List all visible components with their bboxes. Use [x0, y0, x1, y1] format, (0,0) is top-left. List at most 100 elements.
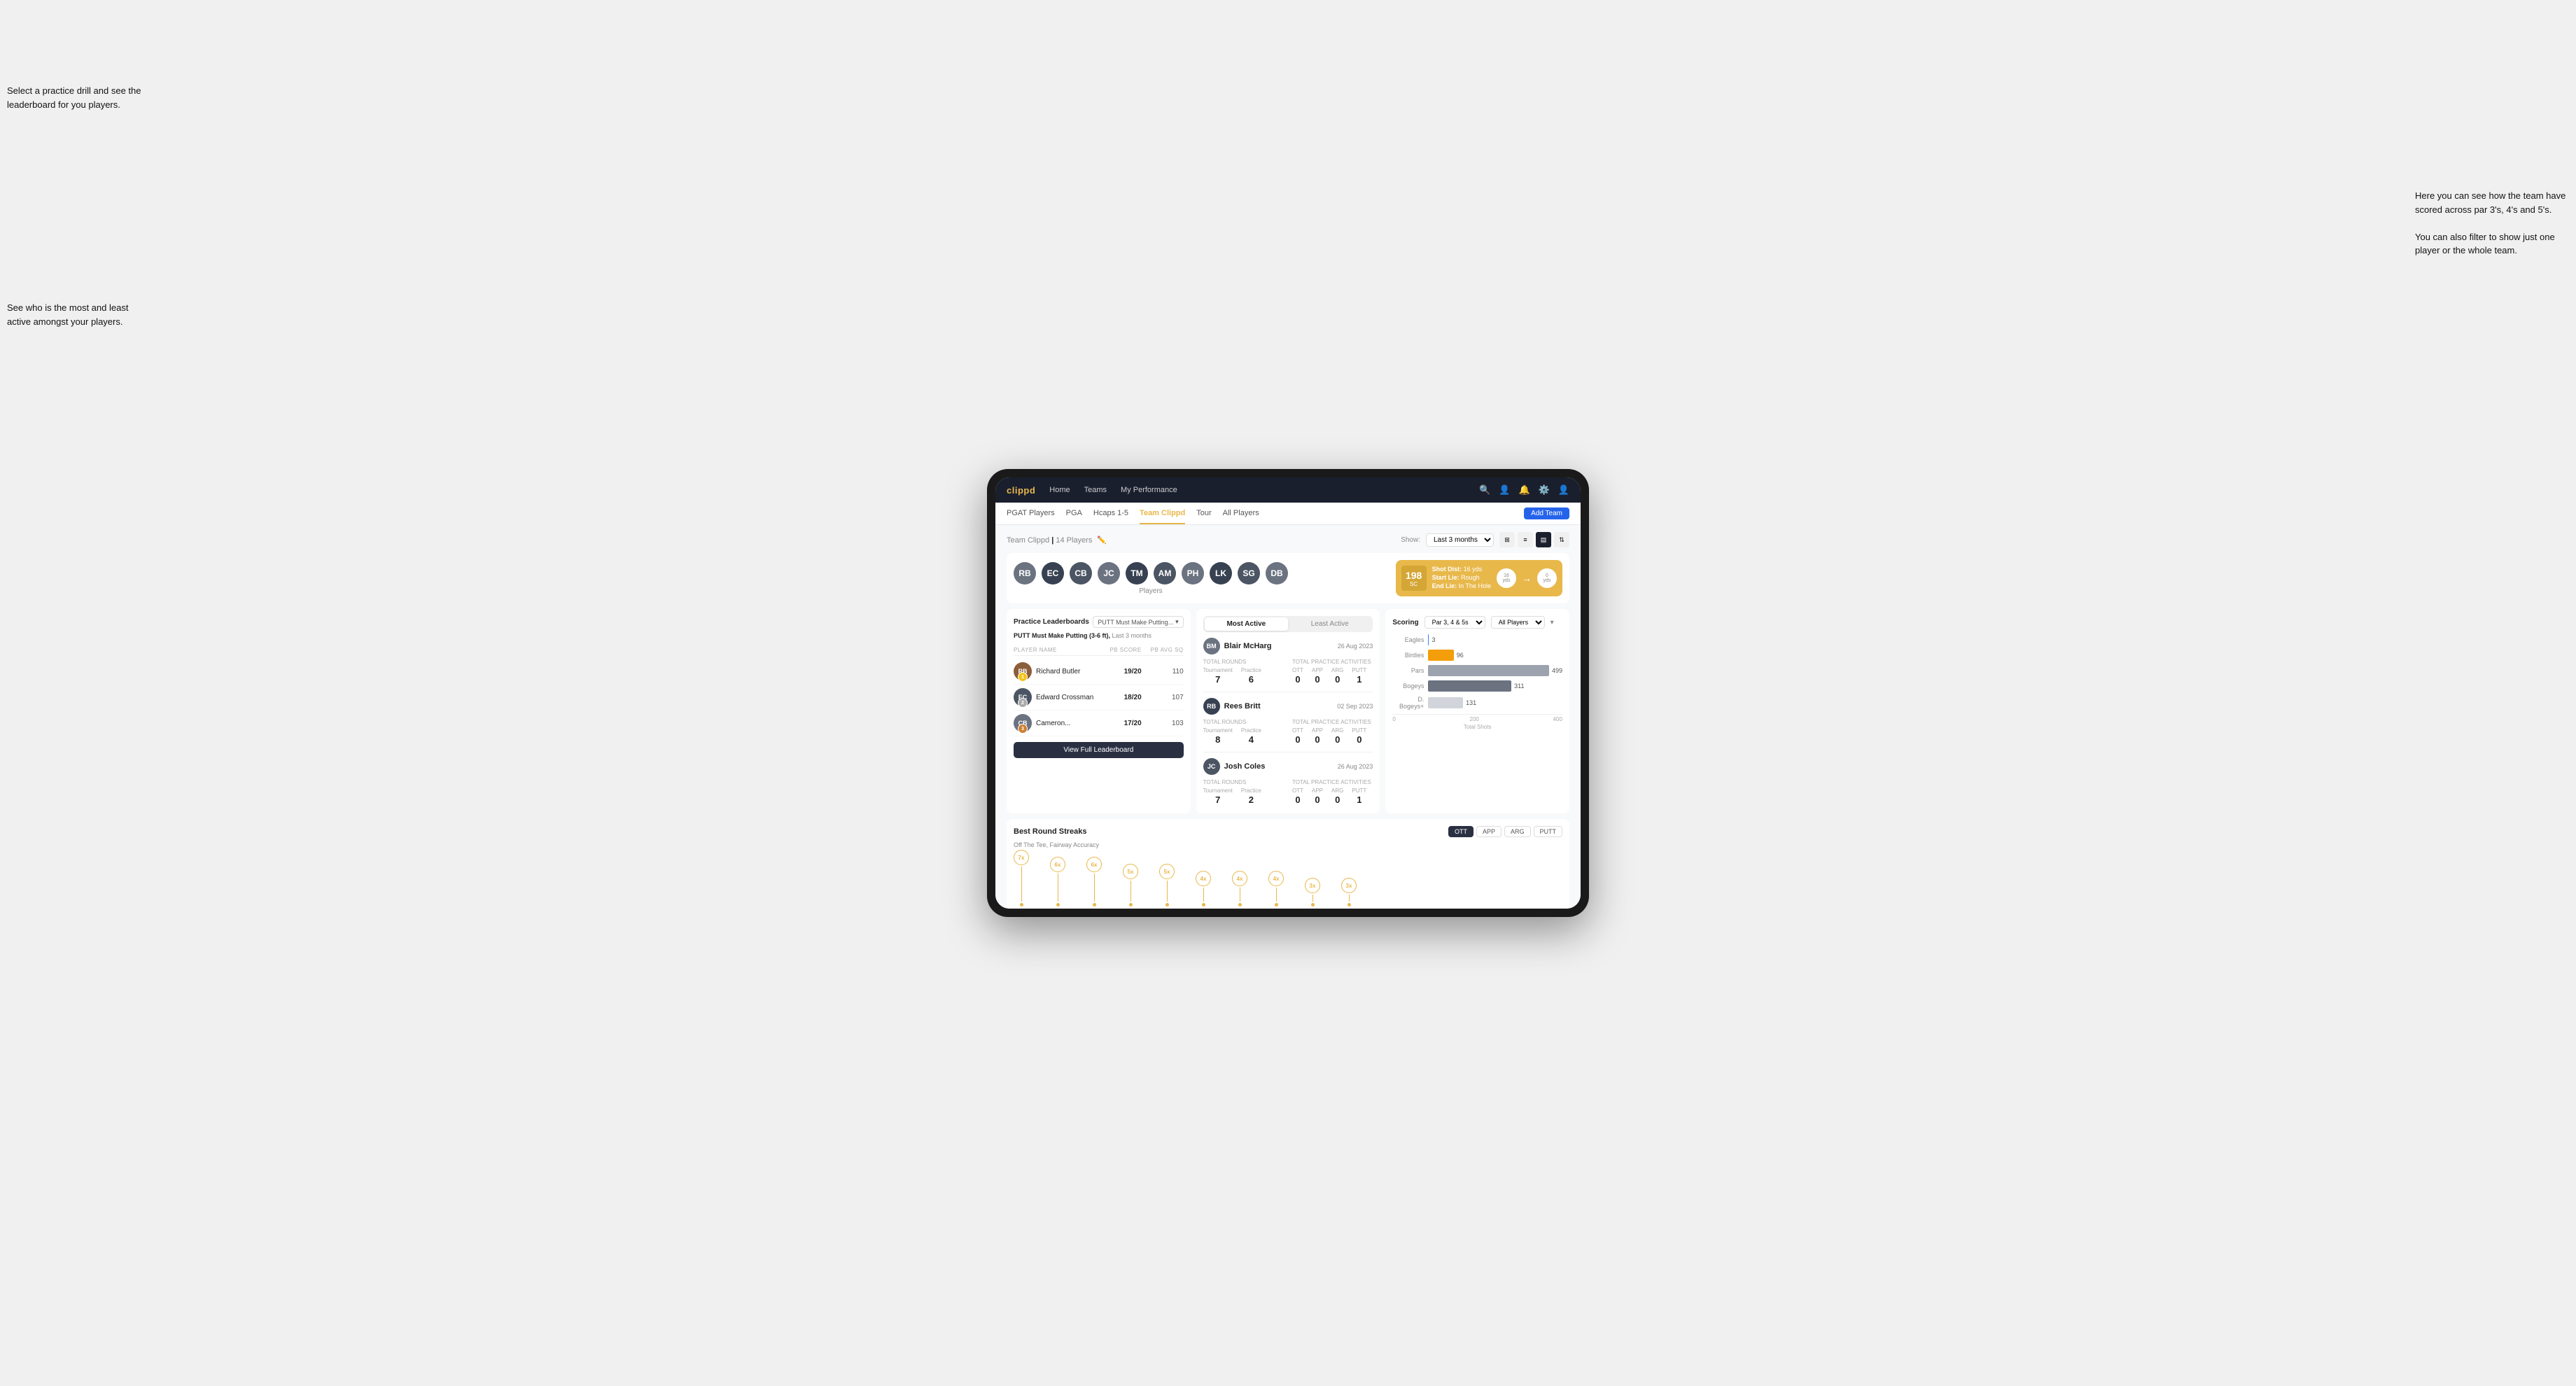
bar-container-bogeys: 311 — [1428, 680, 1562, 692]
streak-point-10: 3x — [1341, 878, 1357, 906]
list-view-icon[interactable]: ≡ — [1518, 532, 1533, 547]
streaks-tab-app[interactable]: APP — [1476, 826, 1502, 837]
player-avg-1: 110 — [1142, 668, 1184, 676]
tab-tour[interactable]: Tour — [1196, 503, 1211, 524]
streak-badge-2: 6x — [1050, 857, 1065, 872]
view-full-leaderboard-button[interactable]: View Full Leaderboard — [1014, 742, 1184, 758]
people-icon[interactable]: 👤 — [1499, 484, 1510, 496]
search-icon[interactable]: 🔍 — [1479, 484, 1490, 496]
players-card: RB EC CB JC TM AM PH LK SG DB Players — [1007, 553, 1569, 603]
tab-pgat[interactable]: PGAT Players — [1007, 503, 1055, 524]
player-avatar-4[interactable]: JC — [1098, 562, 1120, 584]
practice-leaderboard-card: Practice Leaderboards PUTT Must Make Put… — [1007, 609, 1191, 813]
streak-badge-6: 4x — [1196, 871, 1211, 886]
bar-value-birdies: 96 — [1457, 652, 1464, 659]
tab-most-active[interactable]: Most Active — [1205, 617, 1288, 631]
tab-pga[interactable]: PGA — [1066, 503, 1082, 524]
tablet-frame: clippd Home Teams My Performance 🔍 👤 🔔 ⚙… — [987, 469, 1589, 917]
tab-hcaps[interactable]: Hcaps 1-5 — [1093, 503, 1128, 524]
bar-container-eagles: 3 — [1428, 634, 1562, 645]
top-navbar: clippd Home Teams My Performance 🔍 👤 🔔 ⚙… — [995, 477, 1581, 503]
axis-label-400: 400 — [1553, 716, 1562, 722]
player-name-2: Edward Crossman — [1036, 694, 1093, 701]
scoring-filter-players[interactable]: All Players — [1491, 616, 1545, 629]
player-avatar-2[interactable]: EC — [1042, 562, 1064, 584]
nav-link-home[interactable]: Home — [1049, 486, 1070, 494]
annotation-left-mid: See who is the most and least active amo… — [7, 301, 147, 328]
streak-point-4: 5x — [1123, 864, 1138, 906]
player-info-2: EC 2 Edward Crossman — [1014, 688, 1100, 706]
leaderboard-table-header: PLAYER NAME PB SCORE PB AVG SQ — [1014, 645, 1184, 656]
leaderboard-dropdown[interactable]: PUTT Must Make Putting... ▾ — [1093, 616, 1183, 628]
show-select[interactable]: Last 3 months Last 6 months Last year — [1426, 533, 1494, 547]
navbar-left: clippd Home Teams My Performance — [1007, 485, 1177, 496]
settings-icon[interactable]: ⚙️ — [1539, 484, 1550, 496]
pa-avatar-blair: BM — [1203, 638, 1220, 654]
streak-badge-9: 3x — [1305, 878, 1320, 893]
view-icons: ⊞ ≡ ▤ ⇅ — [1499, 532, 1569, 547]
scoring-filter-par[interactable]: Par 3, 4 & 5s Par 3s Par 4s Par 5s — [1424, 616, 1485, 629]
pa-header-rees: RB Rees Britt 02 Sep 2023 — [1203, 698, 1373, 715]
bar-value-bogeys: 311 — [1514, 682, 1524, 690]
activity-item-rees: RB Rees Britt 02 Sep 2023 Total Rounds T… — [1203, 698, 1373, 752]
streaks-tab-putt[interactable]: PUTT — [1534, 826, 1563, 837]
streak-badge-5: 5x — [1159, 864, 1175, 879]
player-avatar-6[interactable]: AM — [1154, 562, 1176, 584]
three-col-grid: Practice Leaderboards PUTT Must Make Put… — [1007, 609, 1569, 813]
player-score-1: 19/20 — [1100, 668, 1142, 676]
player-avatar-9[interactable]: SG — [1238, 562, 1260, 584]
player-score-3: 17/20 — [1100, 720, 1142, 727]
pa-practice-blair: Total Practice Activities OTT 0 APP 0 — [1292, 659, 1373, 686]
pa-stats-josh: Total Rounds Tournament 7 Practice 2 — [1203, 779, 1373, 806]
bar-label-bogeys: Bogeys — [1392, 682, 1424, 690]
shot-circle-2: 0 yds — [1537, 568, 1557, 588]
streak-point-7: 4x — [1232, 871, 1247, 906]
bar-fill-pars — [1428, 665, 1549, 676]
player-avatar-7[interactable]: PH — [1182, 562, 1204, 584]
tab-least-active[interactable]: Least Active — [1288, 617, 1371, 631]
pa-avatar-josh: JC — [1203, 758, 1220, 775]
pa-avatar-rees: RB — [1203, 698, 1220, 715]
edit-team-icon[interactable]: ✏️ — [1097, 536, 1107, 545]
streak-point-5: 5x — [1159, 864, 1175, 906]
sort-icon[interactable]: ⇅ — [1554, 532, 1569, 547]
leaderboard-row-1[interactable]: RB 1 Richard Butler 19/20 110 — [1014, 659, 1184, 685]
team-title-area: Team Clippd | 14 Players ✏️ — [1007, 533, 1107, 546]
pa-date-blair: 26 Aug 2023 — [1338, 643, 1373, 650]
rank-badge-2: 2 — [1018, 698, 1028, 708]
activity-item-josh: JC Josh Coles 26 Aug 2023 Total Rounds T… — [1203, 758, 1373, 806]
bar-row-birdies: Birdies 96 — [1392, 650, 1562, 661]
streaks-subtitle: Off The Tee, Fairway Accuracy — [1014, 841, 1562, 848]
bar-value-eagles: 3 — [1432, 636, 1435, 643]
streak-point-1: 7x — [1014, 850, 1029, 906]
bar-value-dbogeys: 131 — [1466, 699, 1476, 706]
team-title: Team Clippd | 14 Players ✏️ — [1007, 536, 1107, 545]
player-avatar-1[interactable]: RB — [1014, 562, 1036, 584]
leaderboard-row-3[interactable]: CB 3 Cameron... 17/20 103 — [1014, 710, 1184, 736]
streak-badge-4: 5x — [1123, 864, 1138, 879]
player-avatar-8[interactable]: LK — [1210, 562, 1232, 584]
tab-team-clippd[interactable]: Team Clippd — [1140, 503, 1185, 524]
bar-row-bogeys: Bogeys 311 — [1392, 680, 1562, 692]
streak-dot-9 — [1311, 903, 1315, 906]
player-avatar-3[interactable]: CB — [1070, 562, 1092, 584]
pa-header-blair: BM Blair McHarg 26 Aug 2023 — [1203, 638, 1373, 654]
streaks-tab-ott[interactable]: OTT — [1448, 826, 1474, 837]
player-avatar-5[interactable]: TM — [1126, 562, 1148, 584]
card-view-icon[interactable]: ▤ — [1536, 532, 1551, 547]
profile-icon[interactable]: 👤 — [1558, 484, 1569, 496]
player-avatar-10[interactable]: DB — [1266, 562, 1288, 584]
add-team-button[interactable]: Add Team — [1524, 507, 1569, 519]
activity-tabs: Most Active Least Active — [1203, 616, 1373, 632]
bell-icon[interactable]: 🔔 — [1518, 484, 1530, 496]
tab-all-players[interactable]: All Players — [1223, 503, 1259, 524]
streaks-tab-arg[interactable]: ARG — [1504, 826, 1531, 837]
nav-link-myperformance[interactable]: My Performance — [1121, 486, 1177, 494]
shot-arrow-icon: → — [1522, 573, 1532, 584]
nav-link-teams[interactable]: Teams — [1084, 486, 1107, 494]
leaderboard-row-2[interactable]: EC 2 Edward Crossman 18/20 107 — [1014, 685, 1184, 710]
streak-badge-8: 4x — [1268, 871, 1284, 886]
player-name-1: Richard Butler — [1036, 668, 1080, 676]
grid-view-icon[interactable]: ⊞ — [1499, 532, 1515, 547]
scoring-dropdown-icon: ▾ — [1550, 619, 1554, 626]
